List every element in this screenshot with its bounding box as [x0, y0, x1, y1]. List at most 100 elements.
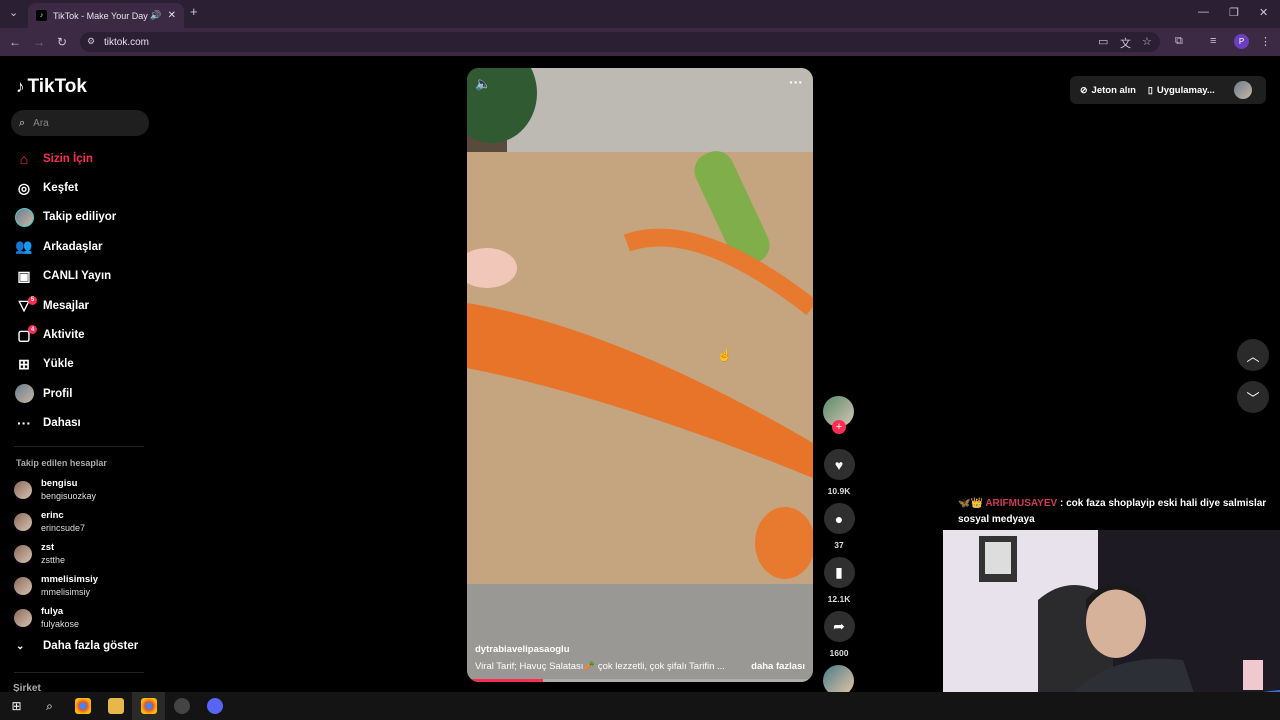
extensions-icon[interactable]: ⧉ — [1175, 35, 1183, 48]
followed-account[interactable]: erinc erincsude7 — [14, 510, 85, 534]
main-menu: ⌂ Sizin İçin ◎ Keşfet Takip ediliyor 👥 A… — [14, 144, 154, 438]
tiktok-note-icon: ♪ — [16, 77, 25, 96]
back-icon[interactable]: ← — [9, 35, 21, 49]
divider — [14, 446, 144, 447]
app-label: Uygulamay... — [1156, 84, 1215, 96]
show-more-button[interactable]: ⌄ Daha fazla göster — [16, 640, 138, 652]
tab-search-icon[interactable]: ⌄ — [9, 6, 18, 19]
reload-icon[interactable]: ↻ — [57, 35, 67, 49]
user-avatar[interactable] — [1234, 81, 1252, 99]
menu-item-messages[interactable]: ▽ 5 Mesajlar — [14, 291, 154, 320]
video-description: Viral Tarif; Havuç Salatası🥕 çok lezzetl… — [475, 661, 725, 672]
coins-label: Jeton alın — [1091, 84, 1136, 96]
forward-icon[interactable]: → — [33, 35, 45, 49]
menu-item-upload[interactable]: ⊞ Yükle — [14, 350, 154, 379]
translate-icon[interactable]: 文 — [1120, 35, 1131, 51]
restore-icon[interactable]: ❐ — [1229, 6, 1239, 19]
comment-icon[interactable]: ● — [823, 503, 855, 534]
following-accounts-header: Takip edilen hesaplar — [16, 458, 107, 468]
menu-item-live[interactable]: ▣ CANLI Yayın — [14, 262, 154, 291]
followed-account[interactable]: fulya fulyakose — [14, 606, 79, 630]
tab-title: TikTok - Make Your Day — [53, 10, 148, 21]
start-icon[interactable]: ⊞ — [0, 692, 33, 720]
video-username[interactable]: dytrabiavelipasaoglu — [475, 644, 805, 655]
avatar — [14, 481, 32, 499]
tab-audio-icon[interactable]: 🔊 — [150, 10, 161, 21]
account-handle: zstthe — [41, 555, 66, 565]
menu-item-friends[interactable]: 👥 Arkadaşlar — [14, 232, 154, 261]
bookmark-star-icon[interactable]: ☆ — [1142, 35, 1152, 48]
next-video-button[interactable]: ﹀ — [1237, 381, 1269, 413]
tiktok-logo[interactable]: ♪ TikTok — [16, 76, 87, 98]
search-input[interactable]: ⌕ Ara — [11, 110, 149, 136]
video-player[interactable]: 🔈 ··· ☝ dytrabiavelipasaoglu Viral Tarif… — [467, 68, 813, 682]
browser-tab[interactable]: ♪ TikTok - Make Your Day 🔊 ✕ — [28, 3, 184, 28]
avatar — [14, 577, 32, 595]
chevron-up-icon: ︿ — [1246, 348, 1260, 364]
get-app-button[interactable]: ▯ Uygulamay... — [1148, 85, 1215, 96]
top-right-bar: ⊘ Jeton alın ▯ Uygulamay... — [1070, 76, 1266, 104]
chat-app-icon[interactable] — [198, 692, 231, 720]
new-tab-icon[interactable]: + — [190, 4, 198, 19]
file-explorer-icon[interactable] — [99, 692, 132, 720]
sidebar: ♪ TikTok ⌕ Ara ⌂ Sizin İçin ◎ Keşfet Tak… — [0, 56, 160, 694]
app-icon[interactable] — [165, 692, 198, 720]
profile-avatar-button[interactable]: P — [1234, 34, 1249, 49]
chevron-down-icon: ⌄ — [16, 640, 25, 652]
friends-icon: 👥 — [15, 238, 33, 255]
close-window-icon[interactable]: ✕ — [1259, 6, 1268, 19]
video-progress-bar[interactable] — [467, 679, 813, 682]
menu-item-for-you[interactable]: ⌂ Sizin İçin — [14, 144, 154, 173]
browser-menu-icon[interactable]: ⋮ — [1260, 35, 1271, 48]
follow-plus-icon[interactable]: + — [832, 420, 846, 434]
creator-avatar[interactable]: + — [823, 396, 854, 434]
messages-badge: 5 — [28, 295, 37, 305]
cast-icon[interactable]: ▭ — [1098, 35, 1108, 48]
account-handle: mmelisimsiy — [41, 587, 90, 597]
followed-account[interactable]: bengisu bengisuozkay — [14, 478, 96, 502]
phone-icon: ▯ — [1147, 84, 1153, 95]
bookmark-icon[interactable]: ▮ — [823, 557, 855, 588]
volume-icon[interactable]: 🔈 — [475, 76, 491, 92]
url-text: tiktok.com — [104, 36, 150, 48]
share-action: ➦ 1600 — [823, 611, 855, 658]
get-coins-button[interactable]: ⊘ Jeton alın — [1080, 85, 1136, 96]
activity-badge: 4 — [28, 325, 37, 335]
hand-cursor-icon: ☝ — [717, 348, 732, 362]
previous-video-button[interactable]: ︿ — [1237, 339, 1269, 371]
close-tab-icon[interactable]: ✕ — [168, 10, 176, 21]
minimize-icon[interactable]: — — [1198, 6, 1209, 18]
menu-item-more[interactable]: ··· Dahası — [14, 409, 154, 438]
search-placeholder: Ara — [33, 117, 49, 129]
account-name: mmelisimsiy — [41, 574, 99, 585]
more-options-icon[interactable]: ··· — [789, 74, 803, 90]
logo-text: TikTok — [27, 76, 87, 97]
chat-emote-icon: 🦋👑 — [958, 498, 983, 509]
like-action: ♥ 10.9K — [823, 449, 855, 496]
site-info-icon[interactable]: ⚙ — [87, 36, 95, 47]
menu-label: Dahası — [43, 417, 81, 430]
share-icon[interactable]: ➦ — [823, 611, 855, 642]
avatar — [14, 513, 32, 531]
account-name: erinc — [41, 510, 64, 521]
video-actions: + ♥ 10.9K ● 37 ▮ 12.1K ➦ 1600 — [823, 396, 855, 696]
menu-label: CANLI Yayın — [43, 270, 112, 283]
tiktok-favicon-icon: ♪ — [36, 10, 47, 21]
chat-username: ARIFMUSAYEV — [985, 498, 1058, 509]
chrome-icon[interactable] — [66, 692, 99, 720]
search-icon[interactable]: ⌕ — [33, 692, 66, 720]
more-caption-button[interactable]: daha fazlası — [751, 661, 805, 672]
chrome-active-icon[interactable] — [132, 692, 165, 720]
heart-icon[interactable]: ♥ — [823, 449, 855, 480]
menu-item-following[interactable]: Takip ediliyor — [14, 203, 154, 232]
url-bar[interactable]: ⚙ tiktok.com — [80, 32, 1160, 52]
followed-account[interactable]: mmelisimsiy mmelisimsiy — [14, 574, 98, 598]
menu-label: Yükle — [43, 358, 74, 371]
profile-avatar — [14, 384, 34, 404]
avatar — [14, 207, 34, 227]
followed-account[interactable]: zst zstthe — [14, 542, 65, 566]
menu-item-explore[interactable]: ◎ Keşfet — [14, 173, 154, 202]
media-icon[interactable]: ≡ — [1210, 35, 1216, 47]
menu-item-activity[interactable]: ▢ 4 Aktivite — [14, 320, 154, 349]
menu-item-profile[interactable]: Profil — [14, 379, 154, 408]
